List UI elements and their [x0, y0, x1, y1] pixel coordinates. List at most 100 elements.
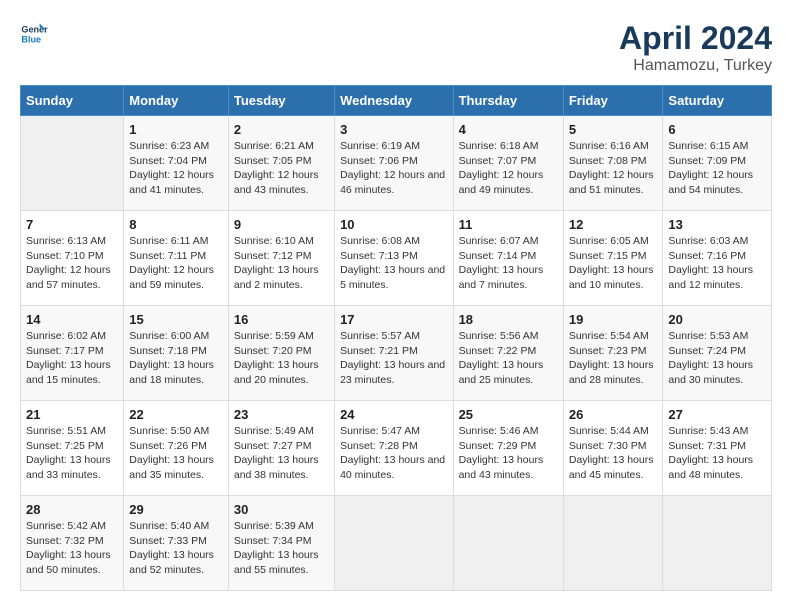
day-number: 16 — [234, 312, 329, 327]
calendar-cell: 24 Sunrise: 5:47 AMSunset: 7:28 PMDayligh… — [335, 401, 453, 496]
day-info: Sunrise: 5:49 AMSunset: 7:27 PMDaylight:… — [234, 424, 329, 483]
day-number: 21 — [26, 407, 118, 422]
day-number: 20 — [668, 312, 766, 327]
day-number: 1 — [129, 122, 223, 137]
day-info: Sunrise: 6:10 AMSunset: 7:12 PMDaylight:… — [234, 234, 329, 293]
day-info: Sunrise: 6:02 AMSunset: 7:17 PMDaylight:… — [26, 329, 118, 388]
day-number: 17 — [340, 312, 447, 327]
calendar-cell: 30 Sunrise: 5:39 AMSunset: 7:34 PMDayligh… — [228, 496, 334, 591]
day-info: Sunrise: 5:39 AMSunset: 7:34 PMDaylight:… — [234, 519, 329, 578]
day-number: 13 — [668, 217, 766, 232]
day-info: Sunrise: 5:40 AMSunset: 7:33 PMDaylight:… — [129, 519, 223, 578]
calendar-cell: 16 Sunrise: 5:59 AMSunset: 7:20 PMDayligh… — [228, 306, 334, 401]
header-row: SundayMondayTuesdayWednesdayThursdayFrid… — [21, 86, 772, 116]
day-info: Sunrise: 5:54 AMSunset: 7:23 PMDaylight:… — [569, 329, 658, 388]
calendar-table: SundayMondayTuesdayWednesdayThursdayFrid… — [20, 85, 772, 591]
svg-text:General: General — [21, 25, 48, 35]
day-info: Sunrise: 6:05 AMSunset: 7:15 PMDaylight:… — [569, 234, 658, 293]
day-info: Sunrise: 5:43 AMSunset: 7:31 PMDaylight:… — [668, 424, 766, 483]
day-number: 11 — [459, 217, 558, 232]
day-number: 8 — [129, 217, 223, 232]
calendar-cell: 25Sunrise: 5:46 AMSunset: 7:29 PMDayligh… — [453, 401, 563, 496]
day-info: Sunrise: 6:07 AMSunset: 7:14 PMDaylight:… — [459, 234, 558, 293]
day-info: Sunrise: 5:47 AMSunset: 7:28 PMDaylight:… — [340, 424, 447, 483]
week-row-1: 1 Sunrise: 6:23 AMSunset: 7:04 PMDaylight… — [21, 116, 772, 211]
header-day-thursday: Thursday — [453, 86, 563, 116]
day-number: 4 — [459, 122, 558, 137]
calendar-cell: 3 Sunrise: 6:19 AMSunset: 7:06 PMDaylight… — [335, 116, 453, 211]
day-info: Sunrise: 5:51 AMSunset: 7:25 PMDaylight:… — [26, 424, 118, 483]
calendar-cell — [21, 116, 124, 211]
day-number: 14 — [26, 312, 118, 327]
week-row-2: 7 Sunrise: 6:13 AMSunset: 7:10 PMDaylight… — [21, 211, 772, 306]
day-info: Sunrise: 6:18 AMSunset: 7:07 PMDaylight:… — [459, 139, 558, 198]
day-info: Sunrise: 5:42 AMSunset: 7:32 PMDaylight:… — [26, 519, 118, 578]
calendar-cell: 15Sunrise: 6:00 AMSunset: 7:18 PMDayligh… — [124, 306, 229, 401]
day-number: 26 — [569, 407, 658, 422]
calendar-header: SundayMondayTuesdayWednesdayThursdayFrid… — [21, 86, 772, 116]
header-day-sunday: Sunday — [21, 86, 124, 116]
calendar-cell: 27 Sunrise: 5:43 AMSunset: 7:31 PMDayligh… — [663, 401, 772, 496]
day-info: Sunrise: 6:21 AMSunset: 7:05 PMDaylight:… — [234, 139, 329, 198]
calendar-cell: 12 Sunrise: 6:05 AMSunset: 7:15 PMDayligh… — [563, 211, 663, 306]
day-number: 22 — [129, 407, 223, 422]
calendar-cell: 23 Sunrise: 5:49 AMSunset: 7:27 PMDayligh… — [228, 401, 334, 496]
day-number: 3 — [340, 122, 447, 137]
day-info: Sunrise: 5:50 AMSunset: 7:26 PMDaylight:… — [129, 424, 223, 483]
day-info: Sunrise: 6:19 AMSunset: 7:06 PMDaylight:… — [340, 139, 447, 198]
calendar-cell: 17Sunrise: 5:57 AMSunset: 7:21 PMDayligh… — [335, 306, 453, 401]
day-info: Sunrise: 6:13 AMSunset: 7:10 PMDaylight:… — [26, 234, 118, 293]
day-info: Sunrise: 5:46 AMSunset: 7:29 PMDaylight:… — [459, 424, 558, 483]
calendar-cell: 1 Sunrise: 6:23 AMSunset: 7:04 PMDaylight… — [124, 116, 229, 211]
calendar-cell: 4 Sunrise: 6:18 AMSunset: 7:07 PMDaylight… — [453, 116, 563, 211]
week-row-4: 21 Sunrise: 5:51 AMSunset: 7:25 PMDayligh… — [21, 401, 772, 496]
day-number: 24 — [340, 407, 447, 422]
calendar-cell: 20 Sunrise: 5:53 AMSunset: 7:24 PMDayligh… — [663, 306, 772, 401]
day-info: Sunrise: 6:03 AMSunset: 7:16 PMDaylight:… — [668, 234, 766, 293]
day-info: Sunrise: 5:56 AMSunset: 7:22 PMDaylight:… — [459, 329, 558, 388]
title-area: April 2024 Hamamozu, Turkey — [619, 20, 772, 75]
header-day-friday: Friday — [563, 86, 663, 116]
calendar-cell: 13 Sunrise: 6:03 AMSunset: 7:16 PMDayligh… — [663, 211, 772, 306]
calendar-cell: 29Sunrise: 5:40 AMSunset: 7:33 PMDayligh… — [124, 496, 229, 591]
calendar-cell: 7 Sunrise: 6:13 AMSunset: 7:10 PMDaylight… — [21, 211, 124, 306]
calendar-cell: 8 Sunrise: 6:11 AMSunset: 7:11 PMDaylight… — [124, 211, 229, 306]
subtitle: Hamamozu, Turkey — [619, 57, 772, 75]
day-info: Sunrise: 6:11 AMSunset: 7:11 PMDaylight:… — [129, 234, 223, 293]
header-day-wednesday: Wednesday — [335, 86, 453, 116]
calendar-cell: 19Sunrise: 5:54 AMSunset: 7:23 PMDayligh… — [563, 306, 663, 401]
calendar-cell: 22 Sunrise: 5:50 AMSunset: 7:26 PMDayligh… — [124, 401, 229, 496]
day-number: 30 — [234, 502, 329, 517]
calendar-cell — [663, 496, 772, 591]
week-row-3: 14 Sunrise: 6:02 AMSunset: 7:17 PMDayligh… — [21, 306, 772, 401]
day-info: Sunrise: 6:16 AMSunset: 7:08 PMDaylight:… — [569, 139, 658, 198]
day-info: Sunrise: 6:15 AMSunset: 7:09 PMDaylight:… — [668, 139, 766, 198]
calendar-cell — [335, 496, 453, 591]
day-number: 6 — [668, 122, 766, 137]
day-info: Sunrise: 5:44 AMSunset: 7:30 PMDaylight:… — [569, 424, 658, 483]
calendar-cell: 9Sunrise: 6:10 AMSunset: 7:12 PMDaylight… — [228, 211, 334, 306]
day-number: 18 — [459, 312, 558, 327]
header-day-saturday: Saturday — [663, 86, 772, 116]
day-number: 12 — [569, 217, 658, 232]
day-number: 2 — [234, 122, 329, 137]
day-info: Sunrise: 5:53 AMSunset: 7:24 PMDaylight:… — [668, 329, 766, 388]
day-number: 27 — [668, 407, 766, 422]
day-info: Sunrise: 6:23 AMSunset: 7:04 PMDaylight:… — [129, 139, 223, 198]
logo-icon: General Blue — [20, 20, 48, 48]
week-row-5: 28Sunrise: 5:42 AMSunset: 7:32 PMDayligh… — [21, 496, 772, 591]
calendar-body: 1 Sunrise: 6:23 AMSunset: 7:04 PMDaylight… — [21, 116, 772, 591]
day-info: Sunrise: 5:59 AMSunset: 7:20 PMDaylight:… — [234, 329, 329, 388]
day-number: 7 — [26, 217, 118, 232]
calendar-cell: 2 Sunrise: 6:21 AMSunset: 7:05 PMDaylight… — [228, 116, 334, 211]
calendar-cell: 11 Sunrise: 6:07 AMSunset: 7:14 PMDayligh… — [453, 211, 563, 306]
svg-text:Blue: Blue — [21, 34, 41, 44]
day-info: Sunrise: 6:08 AMSunset: 7:13 PMDaylight:… — [340, 234, 447, 293]
calendar-cell: 18 Sunrise: 5:56 AMSunset: 7:22 PMDayligh… — [453, 306, 563, 401]
day-number: 5 — [569, 122, 658, 137]
header-day-monday: Monday — [124, 86, 229, 116]
calendar-cell: 10Sunrise: 6:08 AMSunset: 7:13 PMDayligh… — [335, 211, 453, 306]
calendar-cell: 28Sunrise: 5:42 AMSunset: 7:32 PMDayligh… — [21, 496, 124, 591]
calendar-cell: 26 Sunrise: 5:44 AMSunset: 7:30 PMDayligh… — [563, 401, 663, 496]
day-number: 23 — [234, 407, 329, 422]
